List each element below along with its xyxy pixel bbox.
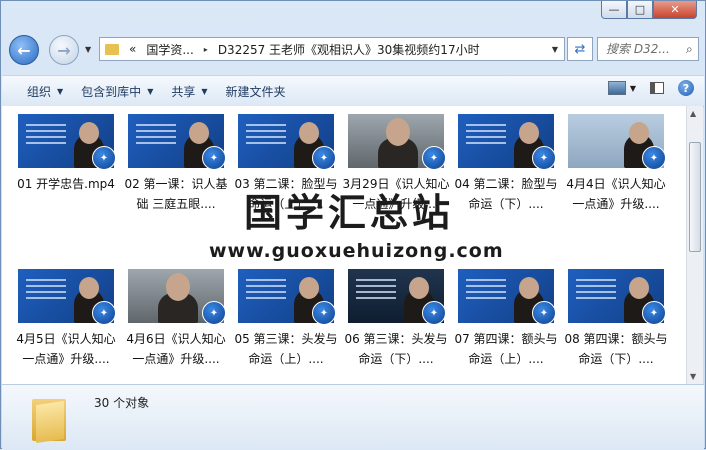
include-in-library-label: 包含到库中 bbox=[81, 84, 142, 99]
file-item[interactable]: ✦ 05 第三课：头发与命运（上）.... bbox=[234, 269, 338, 369]
file-item[interactable]: ✦ 01 开学忠告.mp4 bbox=[16, 114, 116, 214]
recent-pages-dropdown[interactable]: ▼ bbox=[85, 45, 95, 54]
close-button[interactable]: ✕ bbox=[653, 1, 697, 19]
file-item[interactable]: ✦ 03 第二课：脸型与命运（上）.... bbox=[234, 114, 338, 214]
video-player-icon: ✦ bbox=[202, 146, 226, 170]
include-in-library-menu[interactable]: 包含到库中 ▼ bbox=[72, 83, 162, 100]
folder-icon bbox=[105, 43, 119, 55]
video-player-icon: ✦ bbox=[532, 301, 556, 325]
video-player-icon: ✦ bbox=[642, 301, 666, 325]
file-item[interactable]: ✦ 3月29日《识人知心一点通》升级.... bbox=[343, 114, 449, 214]
search-icon[interactable]: ⌕ bbox=[686, 42, 693, 57]
command-toolbar: 组织 ▼ 包含到库中 ▼ 共享 ▼ 新建文件夹 ▼ ? bbox=[2, 75, 704, 107]
refresh-button[interactable]: ⇄ bbox=[567, 37, 593, 61]
breadcrumb-prefix[interactable]: « bbox=[129, 42, 136, 56]
video-player-icon: ✦ bbox=[92, 301, 116, 325]
file-list-area: ✦ 01 开学忠告.mp4 ✦ 02 第一课：识人基础 三庭五眼.... ✦ 03 第二课… bbox=[2, 106, 686, 384]
video-player-icon: ✦ bbox=[642, 146, 666, 170]
help-icon[interactable]: ? bbox=[678, 80, 694, 96]
file-name: 3月29日《识人知心一点通》升级.... bbox=[342, 177, 450, 211]
share-label: 共享 bbox=[171, 84, 196, 99]
vertical-scrollbar[interactable]: ▲ ▼ bbox=[686, 106, 703, 384]
organize-menu[interactable]: 组织 ▼ bbox=[18, 83, 72, 100]
chevron-down-icon: ▼ bbox=[147, 86, 154, 96]
share-menu[interactable]: 共享 ▼ bbox=[162, 83, 216, 100]
new-folder-button[interactable]: 新建文件夹 bbox=[217, 83, 295, 100]
chevron-down-icon: ▼ bbox=[201, 86, 208, 96]
breadcrumb-item-parent[interactable]: 国学资... bbox=[146, 41, 193, 58]
file-item[interactable]: ✦ 4月6日《识人知心一点通》升级.... bbox=[126, 269, 226, 369]
organize-label: 组织 bbox=[27, 84, 52, 99]
scroll-up-icon[interactable]: ▲ bbox=[690, 109, 696, 118]
breadcrumb-item-current[interactable]: D32257 王老师《观相识人》30集视频约17小时 bbox=[218, 41, 480, 58]
forward-button[interactable]: → bbox=[49, 35, 79, 65]
file-item[interactable]: ✦ 06 第三课：头发与命运（下）.... bbox=[344, 269, 448, 369]
chevron-down-icon: ▼ bbox=[57, 86, 64, 96]
search-input[interactable] bbox=[604, 41, 684, 57]
view-options-dropdown[interactable]: ▼ bbox=[630, 84, 636, 93]
address-dropdown-icon[interactable]: ▼ bbox=[552, 45, 558, 54]
file-item[interactable]: ✦ 08 第四课：额头与命运（下）.... bbox=[564, 269, 668, 369]
video-player-icon: ✦ bbox=[202, 301, 226, 325]
scroll-down-icon[interactable]: ▼ bbox=[690, 372, 696, 381]
video-player-icon: ✦ bbox=[92, 146, 116, 170]
file-name: 08 第四课：额头与命运（下）.... bbox=[564, 332, 668, 366]
file-item[interactable]: ✦ 4月5日《识人知心一点通》升级.... bbox=[16, 269, 116, 369]
folder-icon bbox=[32, 395, 66, 443]
toolbar-right-group: ▼ ? bbox=[607, 80, 694, 96]
video-player-icon: ✦ bbox=[312, 301, 336, 325]
maximize-button[interactable]: □ bbox=[627, 1, 653, 19]
new-folder-label: 新建文件夹 bbox=[225, 84, 286, 99]
video-player-icon: ✦ bbox=[422, 301, 446, 325]
file-item[interactable]: ✦ 07 第四课：额头与命运（上）.... bbox=[454, 269, 558, 369]
address-bar[interactable]: « 国学资... ▸ D32257 王老师《观相识人》30集视频约17小时 ▼ bbox=[99, 37, 565, 61]
item-count: 30 个对象 bbox=[94, 396, 150, 410]
video-player-icon: ✦ bbox=[312, 146, 336, 170]
file-item[interactable]: ✦ 4月4日《识人知心一点通》升级.... bbox=[566, 114, 666, 214]
file-name: 04 第二课：脸型与命运（下）.... bbox=[454, 177, 558, 211]
file-name: 4月5日《识人知心一点通》升级.... bbox=[16, 332, 116, 366]
watermark-url: www.guoxuehuizong.com bbox=[209, 240, 504, 262]
explorer-window: — □ ✕ ← → ▼ « 国学资... ▸ D32257 王老师《观相识人》3… bbox=[0, 0, 706, 450]
file-name: 06 第三课：头发与命运（下）.... bbox=[344, 332, 448, 366]
video-player-icon: ✦ bbox=[422, 146, 446, 170]
scrollbar-thumb[interactable] bbox=[689, 142, 701, 252]
file-item[interactable]: ✦ 02 第一课：识人基础 三庭五眼.... bbox=[124, 114, 228, 214]
file-item[interactable]: ✦ 04 第二课：脸型与命运（下）.... bbox=[454, 114, 558, 214]
view-options-icon[interactable] bbox=[607, 81, 626, 95]
file-name: 4月6日《识人知心一点通》升级.... bbox=[126, 332, 226, 366]
details-pane: 30 个对象 bbox=[2, 384, 704, 450]
file-name: 01 开学忠告.mp4 bbox=[17, 177, 115, 191]
caption-buttons: — □ ✕ bbox=[601, 1, 697, 19]
file-name: 4月4日《识人知心一点通》升级.... bbox=[566, 177, 666, 211]
minimize-button[interactable]: — bbox=[601, 1, 627, 19]
breadcrumb-separator[interactable]: ▸ bbox=[204, 45, 208, 54]
video-player-icon: ✦ bbox=[532, 146, 556, 170]
back-button[interactable]: ← bbox=[9, 35, 39, 65]
search-box[interactable]: ⌕ bbox=[597, 37, 699, 61]
file-name: 02 第一课：识人基础 三庭五眼.... bbox=[124, 177, 228, 211]
file-name: 05 第三课：头发与命运（上）.... bbox=[234, 332, 338, 366]
file-name: 03 第二课：脸型与命运（上）.... bbox=[234, 177, 338, 211]
file-name: 07 第四课：额头与命运（上）.... bbox=[454, 332, 558, 366]
preview-pane-icon[interactable] bbox=[650, 82, 664, 94]
navigation-bar: ← → ▼ « 国学资... ▸ D32257 王老师《观相识人》30集视频约1… bbox=[9, 33, 699, 67]
